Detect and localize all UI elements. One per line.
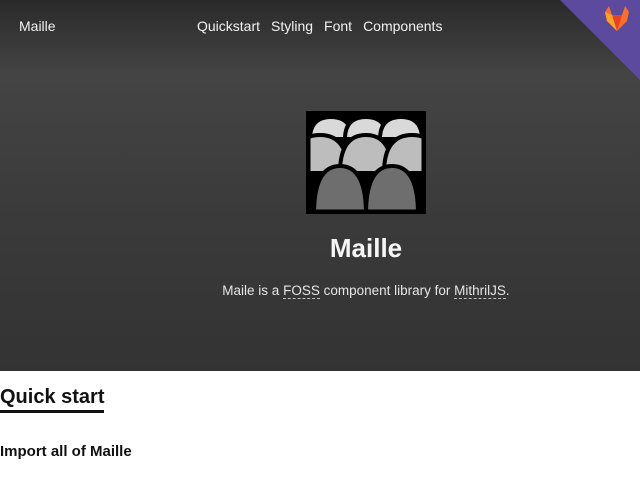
hero-title: Maille [329, 233, 403, 263]
section-title-quick-start: Quick start [0, 386, 105, 413]
tagline-prefix: Maile is a [222, 283, 284, 298]
maille-logo [306, 111, 426, 214]
hero-tagline: Maile is a FOSS component library for Mi… [0, 283, 640, 299]
hero-banner: Maille Quickstart Styling Font Component… [0, 0, 640, 371]
tagline-middle: component library for [319, 283, 455, 298]
brand-link[interactable]: Maille [19, 18, 56, 34]
nav-font[interactable]: Font [324, 18, 352, 34]
gitlab-corner-link[interactable] [560, 0, 640, 80]
tagline-suffix: . [505, 283, 510, 298]
nav-components[interactable]: Components [363, 18, 442, 34]
main-nav: Quickstart Styling Font Components [197, 18, 442, 34]
nav-quickstart[interactable]: Quickstart [197, 18, 260, 34]
foss-link[interactable]: FOSS [283, 283, 320, 299]
subsection-title-import: Import all of Maille [0, 443, 132, 460]
mithril-link[interactable]: MithrilJS [454, 283, 506, 299]
nav-styling[interactable]: Styling [271, 18, 313, 34]
gitlab-icon [560, 0, 640, 80]
